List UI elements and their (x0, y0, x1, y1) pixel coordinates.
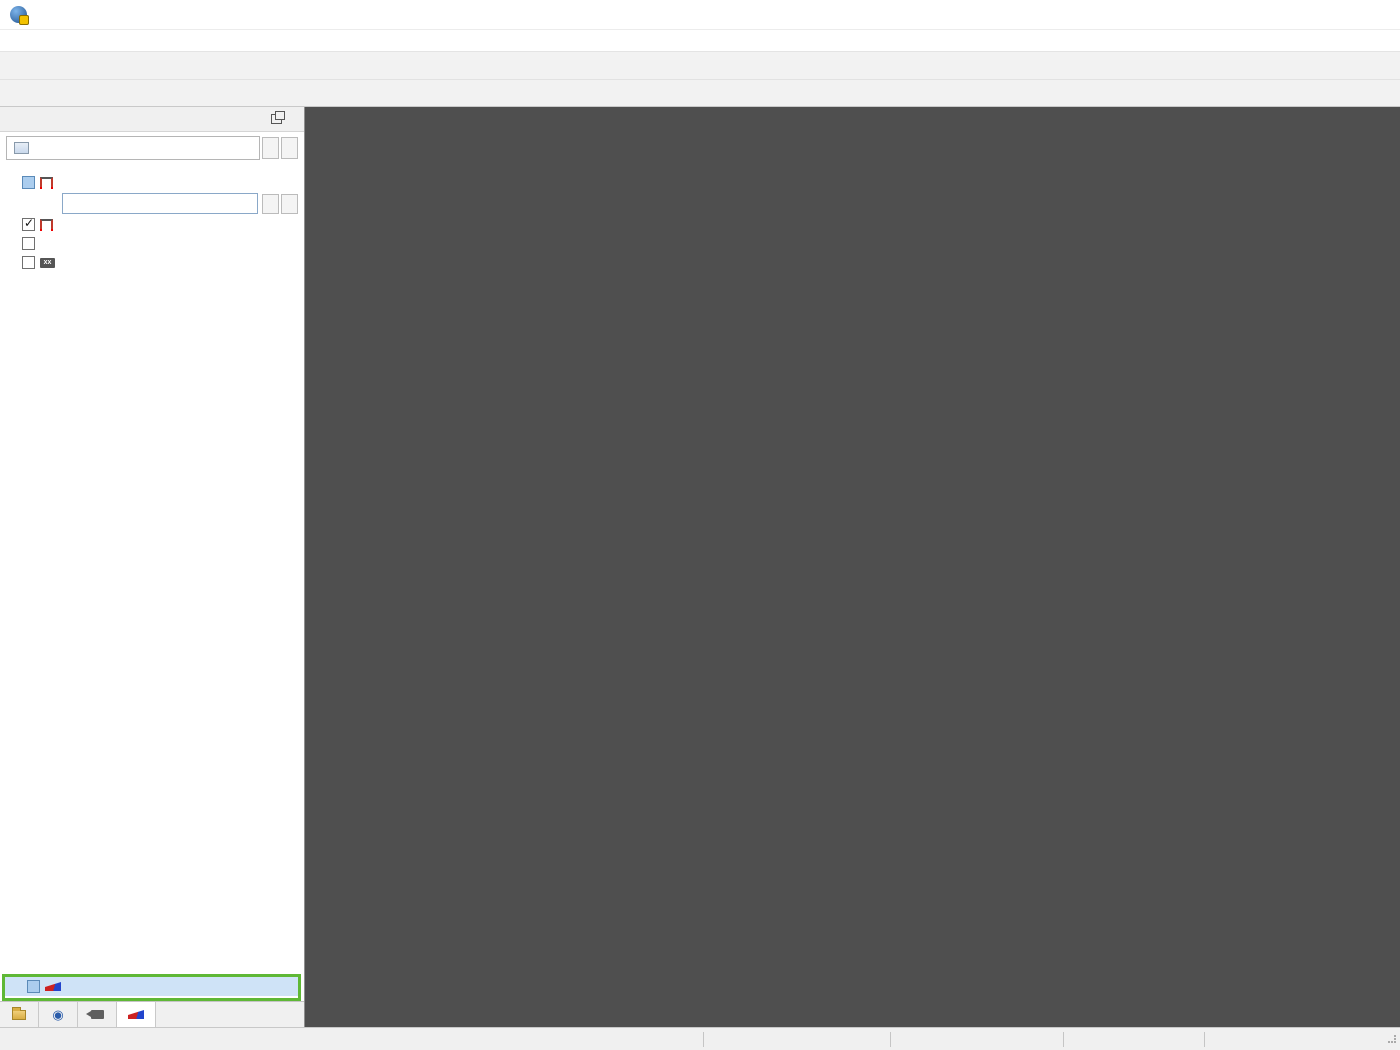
menu-bar (0, 30, 1400, 52)
tab-data[interactable] (0, 1002, 39, 1027)
main-area: xx ◉ (0, 107, 1400, 1027)
resize-grip[interactable] (1388, 1035, 1396, 1043)
mode-next-button[interactable] (281, 194, 298, 214)
toolbar-standard (0, 52, 1400, 80)
tree-item-values-on-surfaces[interactable]: xx (0, 253, 304, 272)
frequency-checkbox[interactable] (22, 176, 35, 189)
tab-views[interactable] (78, 1002, 117, 1027)
normalization-group (2, 974, 301, 1001)
frame-icon (40, 177, 53, 188)
results-tree: xx (0, 163, 304, 1001)
frame-icon (40, 219, 53, 230)
analysis-combo-row (0, 132, 304, 163)
mode-selector-row (0, 192, 304, 215)
normalization-checkbox[interactable] (27, 980, 40, 993)
toolbar-insert-edit (0, 80, 1400, 107)
tree-item-mode-shape[interactable] (0, 215, 304, 234)
app-titlebar (0, 0, 1400, 30)
mdi-area (305, 107, 1400, 1027)
camera-icon (91, 1010, 104, 1019)
tree-item-normalization[interactable] (5, 977, 298, 996)
navigator-header (0, 107, 304, 132)
analysis-next-button[interactable] (281, 137, 298, 159)
eye-icon: ◉ (52, 1007, 63, 1023)
tree-item-masses[interactable] (0, 234, 304, 253)
analysis-prev-button[interactable] (262, 137, 279, 159)
status-bar (0, 1027, 1400, 1050)
tab-display[interactable]: ◉ (39, 1002, 78, 1027)
mode-selector-combo[interactable] (62, 193, 258, 214)
folder-icon (12, 1010, 26, 1020)
float-panel-icon[interactable] (271, 114, 282, 124)
result-flag-icon (45, 982, 61, 991)
table-icon (14, 142, 29, 154)
results-icon (128, 1010, 144, 1019)
navigator-tabs: ◉ (0, 1001, 304, 1027)
app-logo-icon (10, 6, 27, 23)
tree-item-frequency[interactable] (0, 173, 304, 192)
navigator-panel: xx ◉ (0, 107, 305, 1027)
tab-results[interactable] (117, 1002, 156, 1027)
mode-shape-checkbox[interactable] (22, 218, 35, 231)
values-xx-icon: xx (40, 258, 55, 268)
masses-checkbox[interactable] (22, 237, 35, 250)
values-on-surfaces-checkbox[interactable] (22, 256, 35, 269)
mode-prev-button[interactable] (262, 194, 279, 214)
analysis-combo[interactable] (6, 136, 260, 160)
